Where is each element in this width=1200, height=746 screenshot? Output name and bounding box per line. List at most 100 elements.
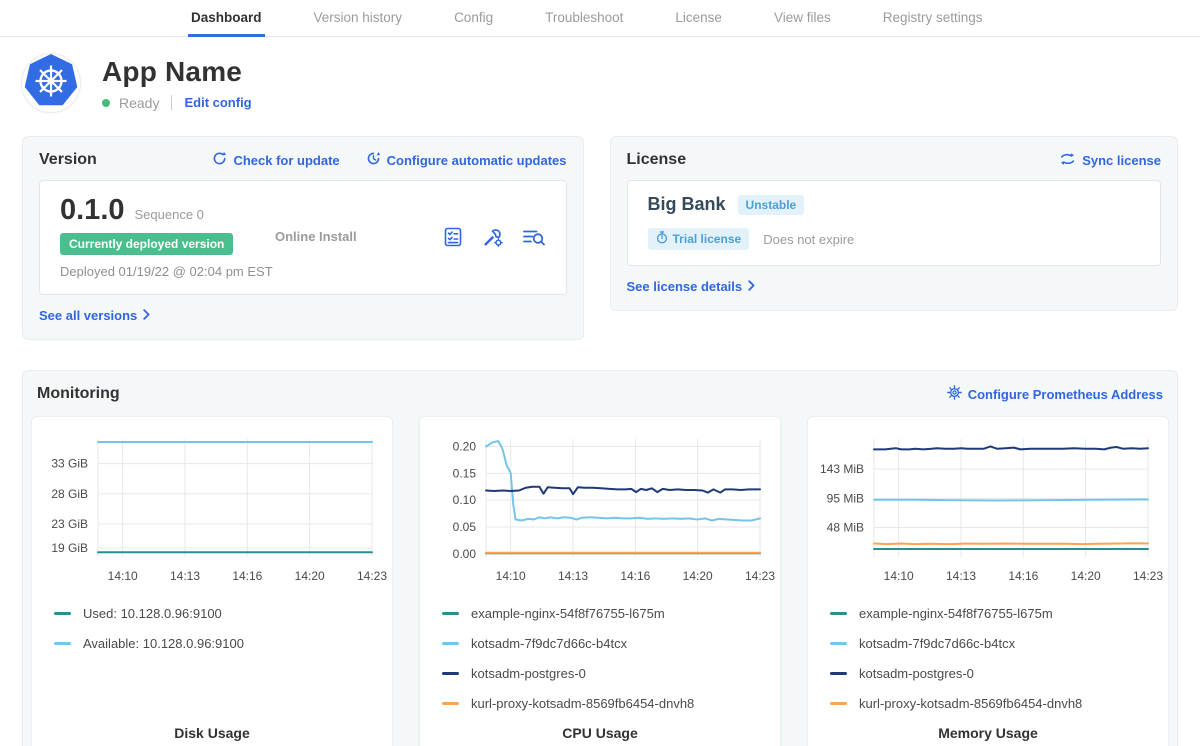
legend-color-dash bbox=[54, 612, 71, 615]
gear-icon bbox=[947, 385, 962, 403]
legend-color-dash bbox=[442, 612, 459, 615]
tab-troubleshoot[interactable]: Troubleshoot bbox=[542, 0, 626, 37]
legend-color-dash bbox=[442, 672, 459, 675]
app-header: App Name Ready Edit config bbox=[22, 54, 1178, 112]
page-body: App Name Ready Edit config Version bbox=[0, 54, 1200, 746]
see-all-versions-link[interactable]: See all versions bbox=[39, 308, 150, 323]
tab-version-history[interactable]: Version history bbox=[311, 0, 406, 37]
deployed-timestamp: Deployed 01/19/22 @ 02:04 pm EST bbox=[60, 264, 275, 279]
disk-usage-chart: 19 GiB23 GiB28 GiB33 GiB14:1014:1314:161… bbox=[32, 427, 392, 592]
disk-usage-chart-card: 19 GiB23 GiB28 GiB33 GiB14:1014:1314:161… bbox=[31, 416, 393, 746]
legend-label: Available: 10.128.0.96:9100 bbox=[83, 636, 244, 651]
license-customer-name: Big Bank bbox=[648, 194, 726, 215]
install-type-label: Online Install bbox=[275, 229, 442, 244]
cpu-usage-chart-title: CPU Usage bbox=[420, 725, 780, 741]
tab-registry-settings[interactable]: Registry settings bbox=[880, 0, 986, 37]
schedule-icon bbox=[366, 151, 381, 169]
current-version-panel: 0.1.0 Sequence 0 Currently deployed vers… bbox=[39, 180, 567, 295]
svg-text:14:13: 14:13 bbox=[558, 569, 588, 583]
cpu-usage-chart-card: 0.000.050.100.150.2014:1014:1314:1614:20… bbox=[419, 416, 781, 746]
config-wrench-icon[interactable] bbox=[482, 226, 504, 248]
legend-item: Available: 10.128.0.96:9100 bbox=[54, 636, 392, 651]
version-sequence: Sequence 0 bbox=[135, 207, 204, 222]
svg-text:14:23: 14:23 bbox=[357, 569, 387, 583]
edit-config-link[interactable]: Edit config bbox=[184, 95, 251, 110]
legend-item: example-nginx-54f8f76755-l675m bbox=[830, 606, 1168, 621]
configure-prometheus-link[interactable]: Configure Prometheus Address bbox=[947, 385, 1163, 403]
svg-text:143 MiB: 143 MiB bbox=[820, 462, 864, 476]
legend-label: kotsadm-postgres-0 bbox=[859, 666, 974, 681]
see-license-details-link[interactable]: See license details bbox=[627, 279, 756, 294]
chevron-right-icon bbox=[748, 279, 755, 294]
sync-icon bbox=[1059, 152, 1076, 169]
kubernetes-logo-icon bbox=[23, 53, 79, 114]
app-name-title: App Name bbox=[102, 56, 252, 88]
svg-text:14:16: 14:16 bbox=[620, 569, 650, 583]
check-for-update-link[interactable]: Check for update bbox=[212, 151, 339, 169]
svg-text:0.15: 0.15 bbox=[453, 466, 477, 480]
tab-license[interactable]: License bbox=[672, 0, 725, 37]
svg-text:14:10: 14:10 bbox=[496, 569, 526, 583]
license-card-title: License bbox=[627, 151, 687, 169]
version-card: Version Check for update bbox=[22, 136, 584, 340]
svg-text:14:20: 14:20 bbox=[295, 569, 325, 583]
svg-text:14:16: 14:16 bbox=[232, 569, 262, 583]
version-number: 0.1.0 bbox=[60, 194, 125, 227]
svg-text:28 GiB: 28 GiB bbox=[51, 487, 88, 501]
tab-config[interactable]: Config bbox=[451, 0, 496, 37]
svg-text:95 MiB: 95 MiB bbox=[827, 492, 864, 506]
memory-usage-chart: 48 MiB95 MiB143 MiB14:1014:1314:1614:201… bbox=[808, 427, 1168, 592]
legend-label: kotsadm-7f9dc7d66c-b4tcx bbox=[471, 636, 627, 651]
tab-view-files[interactable]: View files bbox=[771, 0, 834, 37]
license-details-panel: Big Bank Unstable Trial l bbox=[627, 180, 1161, 266]
svg-text:14:10: 14:10 bbox=[108, 569, 138, 583]
legend-color-dash bbox=[830, 672, 847, 675]
legend-item: Used: 10.128.0.96:9100 bbox=[54, 606, 392, 621]
legend-color-dash bbox=[830, 702, 847, 705]
license-expiry-text: Does not expire bbox=[763, 232, 854, 247]
svg-text:14:23: 14:23 bbox=[745, 569, 775, 583]
svg-text:33 GiB: 33 GiB bbox=[51, 457, 88, 471]
legend-item: kotsadm-postgres-0 bbox=[442, 666, 780, 681]
legend-color-dash bbox=[442, 642, 459, 645]
app-logo bbox=[22, 54, 80, 112]
cpu-usage-legend: example-nginx-54f8f76755-l675m kotsadm-7f… bbox=[442, 606, 780, 711]
sync-license-link[interactable]: Sync license bbox=[1059, 152, 1161, 169]
legend-item: kotsadm-postgres-0 bbox=[830, 666, 1168, 681]
legend-label: kurl-proxy-kotsadm-8569fb6454-dnvh8 bbox=[471, 696, 694, 711]
svg-text:14:20: 14:20 bbox=[683, 569, 713, 583]
svg-text:0.05: 0.05 bbox=[453, 520, 477, 534]
svg-text:14:13: 14:13 bbox=[170, 569, 200, 583]
legend-label: kotsadm-postgres-0 bbox=[471, 666, 586, 681]
stopwatch-icon bbox=[656, 231, 668, 247]
divider bbox=[171, 95, 172, 110]
legend-color-dash bbox=[442, 702, 459, 705]
legend-item: example-nginx-54f8f76755-l675m bbox=[442, 606, 780, 621]
app-status-text: Ready bbox=[119, 95, 159, 111]
channel-badge: Unstable bbox=[738, 195, 805, 215]
svg-text:14:20: 14:20 bbox=[1071, 569, 1101, 583]
monitoring-title: Monitoring bbox=[37, 385, 120, 403]
preflight-checks-icon[interactable] bbox=[442, 226, 464, 248]
svg-text:14:16: 14:16 bbox=[1008, 569, 1038, 583]
legend-label: example-nginx-54f8f76755-l675m bbox=[471, 606, 665, 621]
configure-automatic-updates-link[interactable]: Configure automatic updates bbox=[366, 151, 567, 169]
legend-label: Used: 10.128.0.96:9100 bbox=[83, 606, 222, 621]
legend-label: kotsadm-7f9dc7d66c-b4tcx bbox=[859, 636, 1015, 651]
legend-item: kotsadm-7f9dc7d66c-b4tcx bbox=[442, 636, 780, 651]
memory-usage-chart-title: Memory Usage bbox=[808, 725, 1168, 741]
trial-license-badge: Trial license bbox=[648, 228, 750, 250]
legend-item: kurl-proxy-kotsadm-8569fb6454-dnvh8 bbox=[830, 696, 1168, 711]
legend-label: kurl-proxy-kotsadm-8569fb6454-dnvh8 bbox=[859, 696, 1082, 711]
svg-text:0.00: 0.00 bbox=[453, 547, 477, 561]
cpu-usage-chart: 0.000.050.100.150.2014:1014:1314:1614:20… bbox=[420, 427, 780, 592]
monitoring-section: Monitoring Configure Prometheus A bbox=[22, 370, 1178, 746]
legend-color-dash bbox=[54, 642, 71, 645]
legend-label: example-nginx-54f8f76755-l675m bbox=[859, 606, 1053, 621]
legend-item: kurl-proxy-kotsadm-8569fb6454-dnvh8 bbox=[442, 696, 780, 711]
legend-item: kotsadm-7f9dc7d66c-b4tcx bbox=[830, 636, 1168, 651]
view-logs-icon[interactable] bbox=[522, 226, 546, 248]
svg-text:14:23: 14:23 bbox=[1133, 569, 1163, 583]
tab-dashboard[interactable]: Dashboard bbox=[188, 0, 265, 37]
memory-usage-legend: example-nginx-54f8f76755-l675m kotsadm-7f… bbox=[830, 606, 1168, 711]
